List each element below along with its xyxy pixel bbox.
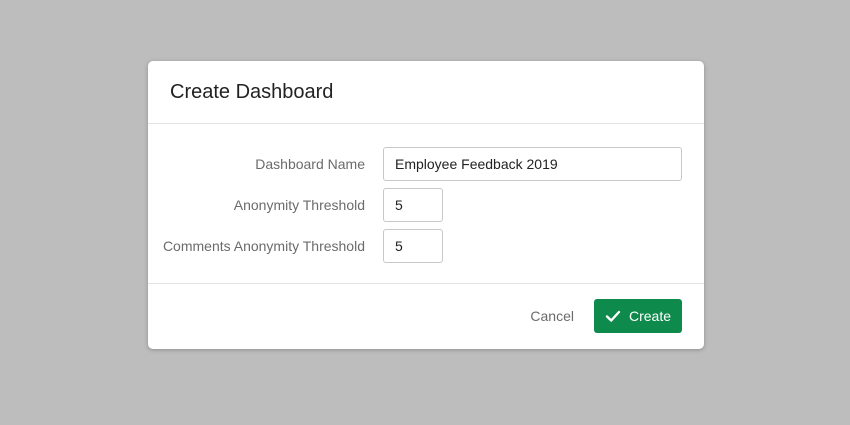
- anonymity-threshold-row: Anonymity Threshold: [148, 188, 704, 222]
- comments-anonymity-threshold-row: Comments Anonymity Threshold: [148, 229, 704, 263]
- comments-anonymity-threshold-input[interactable]: [383, 229, 443, 263]
- comments-anonymity-threshold-label: Comments Anonymity Threshold: [162, 238, 365, 254]
- dialog-body: Dashboard Name Anonymity Threshold Comme…: [148, 124, 704, 284]
- dialog-title: Create Dashboard: [170, 80, 334, 103]
- cancel-button[interactable]: Cancel: [530, 299, 574, 333]
- create-button[interactable]: Create: [594, 299, 682, 333]
- anonymity-threshold-label: Anonymity Threshold: [233, 197, 365, 213]
- create-dashboard-dialog: Create Dashboard Dashboard Name Anonymit…: [148, 61, 704, 349]
- dashboard-name-row: Dashboard Name: [148, 147, 704, 181]
- dialog-header: Create Dashboard: [148, 61, 704, 124]
- check-icon: [605, 308, 621, 324]
- create-button-label: Create: [628, 308, 672, 324]
- dashboard-name-input[interactable]: [383, 147, 682, 181]
- dialog-footer: Cancel Create: [148, 284, 704, 348]
- dashboard-name-label: Dashboard Name: [255, 156, 365, 172]
- anonymity-threshold-input[interactable]: [383, 188, 443, 222]
